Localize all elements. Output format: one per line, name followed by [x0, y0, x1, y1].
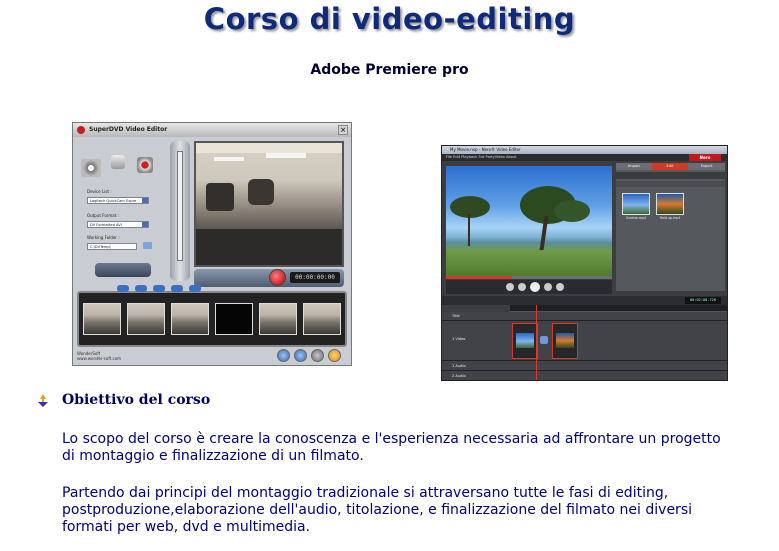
timeline-clip	[552, 323, 578, 359]
webcam-preview	[194, 141, 344, 267]
window-titlebar: My Movie.nvp - Nero® Video Editor	[442, 146, 727, 154]
paragraph-line: Lo scopo del corso è creare la conoscenz…	[62, 431, 721, 447]
record-icon	[269, 269, 286, 286]
undo-icon	[277, 349, 290, 362]
capture-toolbar	[95, 263, 151, 277]
paragraph-objective: Lo scopo del corso è creare la conoscenz…	[62, 431, 772, 465]
transport-controls	[446, 280, 612, 294]
timeline-timecode: 00:02:08.726	[685, 297, 721, 304]
media-browser-panel: Import Edit Export Sunrise.mp4 Hold up.m…	[616, 163, 725, 291]
monitor-icon	[111, 155, 125, 169]
paragraph-line: di montaggio e finalizzazione di un film…	[62, 448, 364, 464]
track-label: 1 Audio	[452, 364, 466, 368]
timeline-clip	[512, 323, 538, 359]
track-label: Title	[452, 314, 460, 318]
step-back-icon	[518, 283, 526, 291]
track-label: 1 Video	[452, 337, 466, 341]
working-folder-value: C:\DVTemp\	[90, 245, 111, 249]
track-title: Title	[442, 312, 727, 321]
tab-edit: Edit	[652, 163, 688, 170]
device-list-value: Logitech QuickCam Expre	[90, 199, 137, 203]
fast-forward-icon	[556, 283, 564, 291]
close-icon: ×	[338, 125, 348, 135]
track-audio-2: 2 Audio	[442, 371, 727, 380]
filmstrip-nav-buttons	[117, 285, 267, 293]
media-thumbnail-label: Hold up.mp4	[659, 216, 681, 220]
rewind-icon	[506, 283, 514, 291]
filmstrip-frame	[259, 303, 297, 335]
page-subtitle: Adobe Premiere pro	[310, 62, 469, 78]
dropdown-arrow-icon	[142, 198, 148, 203]
paragraph-line: Partendo dai principi del montaggio trad…	[62, 485, 669, 501]
media-thumbnail	[656, 193, 684, 215]
camcorder-icon	[81, 159, 101, 177]
filmstrip-frame	[127, 303, 165, 335]
dropdown-arrow-icon	[142, 222, 148, 227]
filmstrip	[77, 291, 347, 347]
page-title: Corso di video-editing	[203, 2, 576, 36]
timecode-display: 00:00:00:00	[290, 272, 340, 283]
video-preview	[446, 166, 612, 278]
capture-device-icon	[137, 157, 153, 173]
track-label: 2 Audio	[452, 374, 466, 378]
section-heading: Obiettivo del corso	[62, 392, 211, 408]
filmstrip-frame	[83, 303, 121, 335]
bullet-arrow-icon	[38, 394, 48, 407]
tab-import: Import	[616, 163, 652, 170]
working-folder-field: C:\DVTemp\	[87, 243, 137, 250]
filmstrip-frame	[171, 303, 209, 335]
timeline-ruler	[510, 305, 727, 312]
filmstrip-frame	[215, 303, 253, 335]
transition-icon	[540, 336, 548, 344]
burn-icon	[328, 349, 341, 362]
paragraph-line: postproduzione,elaborazione dell'audio, …	[62, 502, 692, 518]
settings-icon	[311, 349, 324, 362]
capture-settings-panel: Device List : Logitech QuickCam Expre Ou…	[77, 141, 165, 281]
media-thumbnail	[622, 193, 650, 215]
redo-icon	[294, 349, 307, 362]
app-logo-icon	[77, 126, 85, 134]
device-list-select: Logitech QuickCam Expre	[87, 197, 149, 204]
timeline-playhead	[536, 305, 537, 380]
vendor-footer: WonderSoft www.wonder-soft.com	[77, 351, 121, 361]
device-list-label: Device List :	[87, 189, 112, 194]
window-title: SuperDVD Video Editor	[89, 126, 168, 133]
filmstrip-frame	[303, 303, 341, 335]
output-format-label: Output Format :	[87, 213, 119, 218]
nero-brand-logo: Nero	[689, 154, 721, 161]
nero-video-editor-screenshot: My Movie.nvp - Nero® Video Editor File E…	[441, 145, 728, 381]
paragraph-line: formati per web, dvd e multimedia.	[62, 519, 311, 535]
panel-toolbar	[616, 181, 725, 187]
bottom-action-buttons	[277, 349, 345, 363]
output-format-value: DV Formatted AVI	[90, 223, 122, 227]
tab-export: Export	[688, 163, 725, 170]
panel-subtabs	[616, 172, 725, 179]
mode-tabs: Import Edit Export	[616, 163, 725, 170]
output-format-select: DV Formatted AVI	[87, 221, 149, 228]
paragraph-description: Partendo dai principi del montaggio trad…	[62, 485, 772, 536]
window-titlebar: SuperDVD Video Editor ×	[73, 123, 351, 137]
folder-icon	[143, 242, 152, 249]
vendor-url: www.wonder-soft.com	[77, 356, 122, 361]
working-folder-label: Working Folder :	[87, 235, 120, 240]
step-forward-icon	[544, 283, 552, 291]
track-video: 1 Video	[442, 321, 727, 361]
volume-slider	[170, 141, 190, 281]
menu-bar: File Edit Playback 3rd PartyVideo About	[442, 154, 727, 161]
play-icon	[530, 282, 540, 292]
media-thumbnail-label: Sunrise.mp4	[625, 216, 647, 220]
superdvd-video-editor-screenshot: SuperDVD Video Editor × Device List : Lo…	[72, 122, 352, 366]
track-audio-1: 1 Audio	[442, 361, 727, 371]
playback-progress	[446, 276, 612, 279]
